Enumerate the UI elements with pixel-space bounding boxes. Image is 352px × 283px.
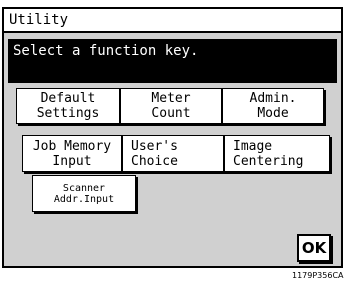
utility-screen-panel: Utility Select a function key. Default S… xyxy=(2,7,343,268)
instruction-message: Select a function key. xyxy=(8,39,337,83)
meter-count-button[interactable]: Meter Count xyxy=(120,88,222,124)
scanner-addr-input-button[interactable]: Scanner Addr.Input xyxy=(32,175,136,212)
default-settings-button[interactable]: Default Settings xyxy=(16,88,120,124)
job-memory-input-button[interactable]: Job Memory Input xyxy=(22,135,122,172)
image-centering-button[interactable]: Image Centering xyxy=(224,135,330,172)
screen-title: Utility xyxy=(4,9,341,33)
admin-mode-button[interactable]: Admin. Mode xyxy=(222,88,324,124)
ok-button[interactable]: OK xyxy=(297,234,331,262)
figure-code: 1179P356CA xyxy=(292,271,344,280)
users-choice-button[interactable]: User's Choice xyxy=(122,135,224,172)
